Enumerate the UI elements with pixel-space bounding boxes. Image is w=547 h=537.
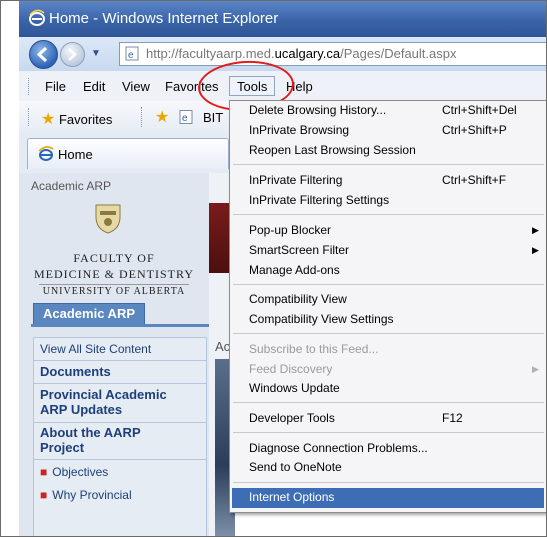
menu-item-send-to-onenote[interactable]: Send to OneNote [249,460,342,474]
favorites-bar-grip [28,108,31,126]
menu-separator [233,214,544,215]
photo-heading: Ac [215,339,231,354]
url-domain: ucalgary.ca [274,46,341,61]
nav-about-line-1[interactable]: About the AARP [40,425,141,440]
svg-text:e: e [128,50,134,61]
ie-tab-icon [38,146,54,161]
divider [39,284,189,285]
menu-item-compatibility-view[interactable]: Compatibility View [249,292,347,306]
menu-item-inprivate-browsing[interactable]: InPrivate Browsing [249,123,349,137]
page-icon: e [125,46,139,61]
menu-view[interactable]: View [122,79,150,94]
add-to-favorites-icon[interactable]: ★ [155,107,169,127]
menu-item-compatibility-view-settings[interactable]: Compatibility View Settings [249,312,394,326]
menu-item-delete-browsing-history[interactable]: Delete Browsing History... [249,103,386,117]
menu-item-developer-tools[interactable]: Developer Tools [249,411,335,425]
favorites-star-icon: ★ [41,111,56,128]
tab-label: Home [58,147,93,162]
divider [34,383,206,384]
menu-separator [233,164,544,165]
university-crest-icon [95,204,121,234]
favorites-button[interactable]: ★ Favorites [41,109,112,129]
menu-item-windows-update[interactable]: Windows Update [249,381,340,395]
bullet-icon: ■ [40,465,48,479]
nav-about-line-2[interactable]: Project [40,440,84,455]
tab-underline [31,324,209,327]
menu-item-popup-blocker[interactable]: Pop-up Blocker [249,223,331,237]
browser-window: Home - Windows Internet Explorer ▼ e htt… [0,0,547,537]
site-label: Academic ARP [31,179,112,193]
nav-provincial-line-1[interactable]: Provincial Academic [40,387,167,402]
menu-item-manage-addons[interactable]: Manage Add-ons [249,263,340,277]
navigation-bar: ▼ e http://facultyaarp.med.ucalgary.ca/P… [19,37,546,71]
divider [34,422,206,423]
menu-item-feed-discovery: Feed Discovery [249,362,333,376]
page-link-icon: e [179,110,193,124]
divider [34,360,206,361]
shortcut-inprivate-filtering: Ctrl+Shift+F [442,173,507,187]
left-panel: Academic ARP FACULTY OF MEDICINE & DENTI… [19,173,209,536]
menu-item-smartscreen-filter[interactable]: SmartScreen Filter [249,243,349,257]
address-bar[interactable]: e http://facultyaarp.med.ucalgary.ca/Pag… [119,42,546,66]
quick-launch-nav: View All Site Content Documents Provinci… [33,337,207,536]
url-text: http://facultyaarp.med.ucalgary.ca/Pages… [146,46,457,61]
favorites-separator [141,107,144,127]
menu-item-subscribe-feed: Subscribe to this Feed... [249,342,379,356]
academic-arp-tab[interactable]: Academic ARP [33,303,145,325]
tab-home[interactable]: Home [27,138,229,169]
menu-separator [233,284,544,285]
back-button[interactable] [29,40,58,69]
back-arrow-icon [36,46,48,63]
menu-separator [233,482,544,483]
menu-separator [233,432,544,433]
recent-pages-dropdown-icon[interactable]: ▼ [91,48,101,59]
menu-separator [233,402,544,403]
menu-item-inprivate-filtering-settings[interactable]: InPrivate Filtering Settings [249,193,389,207]
shortcut-developer-tools: F12 [442,411,463,425]
menu-item-inprivate-filtering[interactable]: InPrivate Filtering [249,173,342,187]
shortcut-inprivate-browsing: Ctrl+Shift+P [442,123,507,137]
window-title: Home - Windows Internet Explorer [49,10,279,27]
bullet-icon: ■ [40,488,48,502]
menu-bar-grip [28,78,31,95]
submenu-arrow-icon: ▶ [532,364,539,374]
favorites-link-bit[interactable]: BIT [203,110,223,125]
favorites-label: Favorites [58,112,113,127]
submenu-arrow-icon: ▶ [532,245,539,255]
url-prefix: http://facultyaarp.med. [146,46,275,61]
url-suffix: /Pages/Default.aspx [340,46,457,61]
nav-why-provincial-label: Why Provincial [52,488,132,502]
menu-item-reopen-last-session[interactable]: Reopen Last Browsing Session [249,143,416,157]
forward-button[interactable] [60,42,85,67]
shortcut-delete-history: Ctrl+Shift+Del [442,103,517,117]
divider [34,459,206,460]
nav-view-all-site-content[interactable]: View All Site Content [40,342,151,356]
nav-documents[interactable]: Documents [40,364,111,379]
forward-arrow-icon [68,48,77,61]
menu-separator [233,333,544,334]
university-name: UNIVERSITY OF ALBERTA [42,286,186,297]
menu-edit[interactable]: Edit [83,79,105,94]
svg-text:e: e [182,113,188,124]
faculty-line-1: FACULTY OF [73,251,155,265]
ie-logo-icon [29,9,45,26]
tools-dropdown-menu: Delete Browsing History... Ctrl+Shift+De… [229,100,546,513]
menu-item-diagnose-connection[interactable]: Diagnose Connection Problems... [249,441,428,455]
menu-item-internet-options[interactable]: Internet Options [249,490,334,504]
menu-file[interactable]: File [45,79,66,94]
title-bar: Home - Windows Internet Explorer [19,1,546,37]
nav-objectives-label: Objectives [52,465,109,479]
submenu-arrow-icon: ▶ [532,225,539,235]
nav-objectives[interactable]: ■ Objectives [40,465,108,479]
nav-provincial-line-2[interactable]: ARP Updates [40,402,122,417]
nav-why-provincial[interactable]: ■ Why Provincial [40,488,132,502]
faculty-line-2: MEDICINE & DENTISTRY [34,267,194,281]
